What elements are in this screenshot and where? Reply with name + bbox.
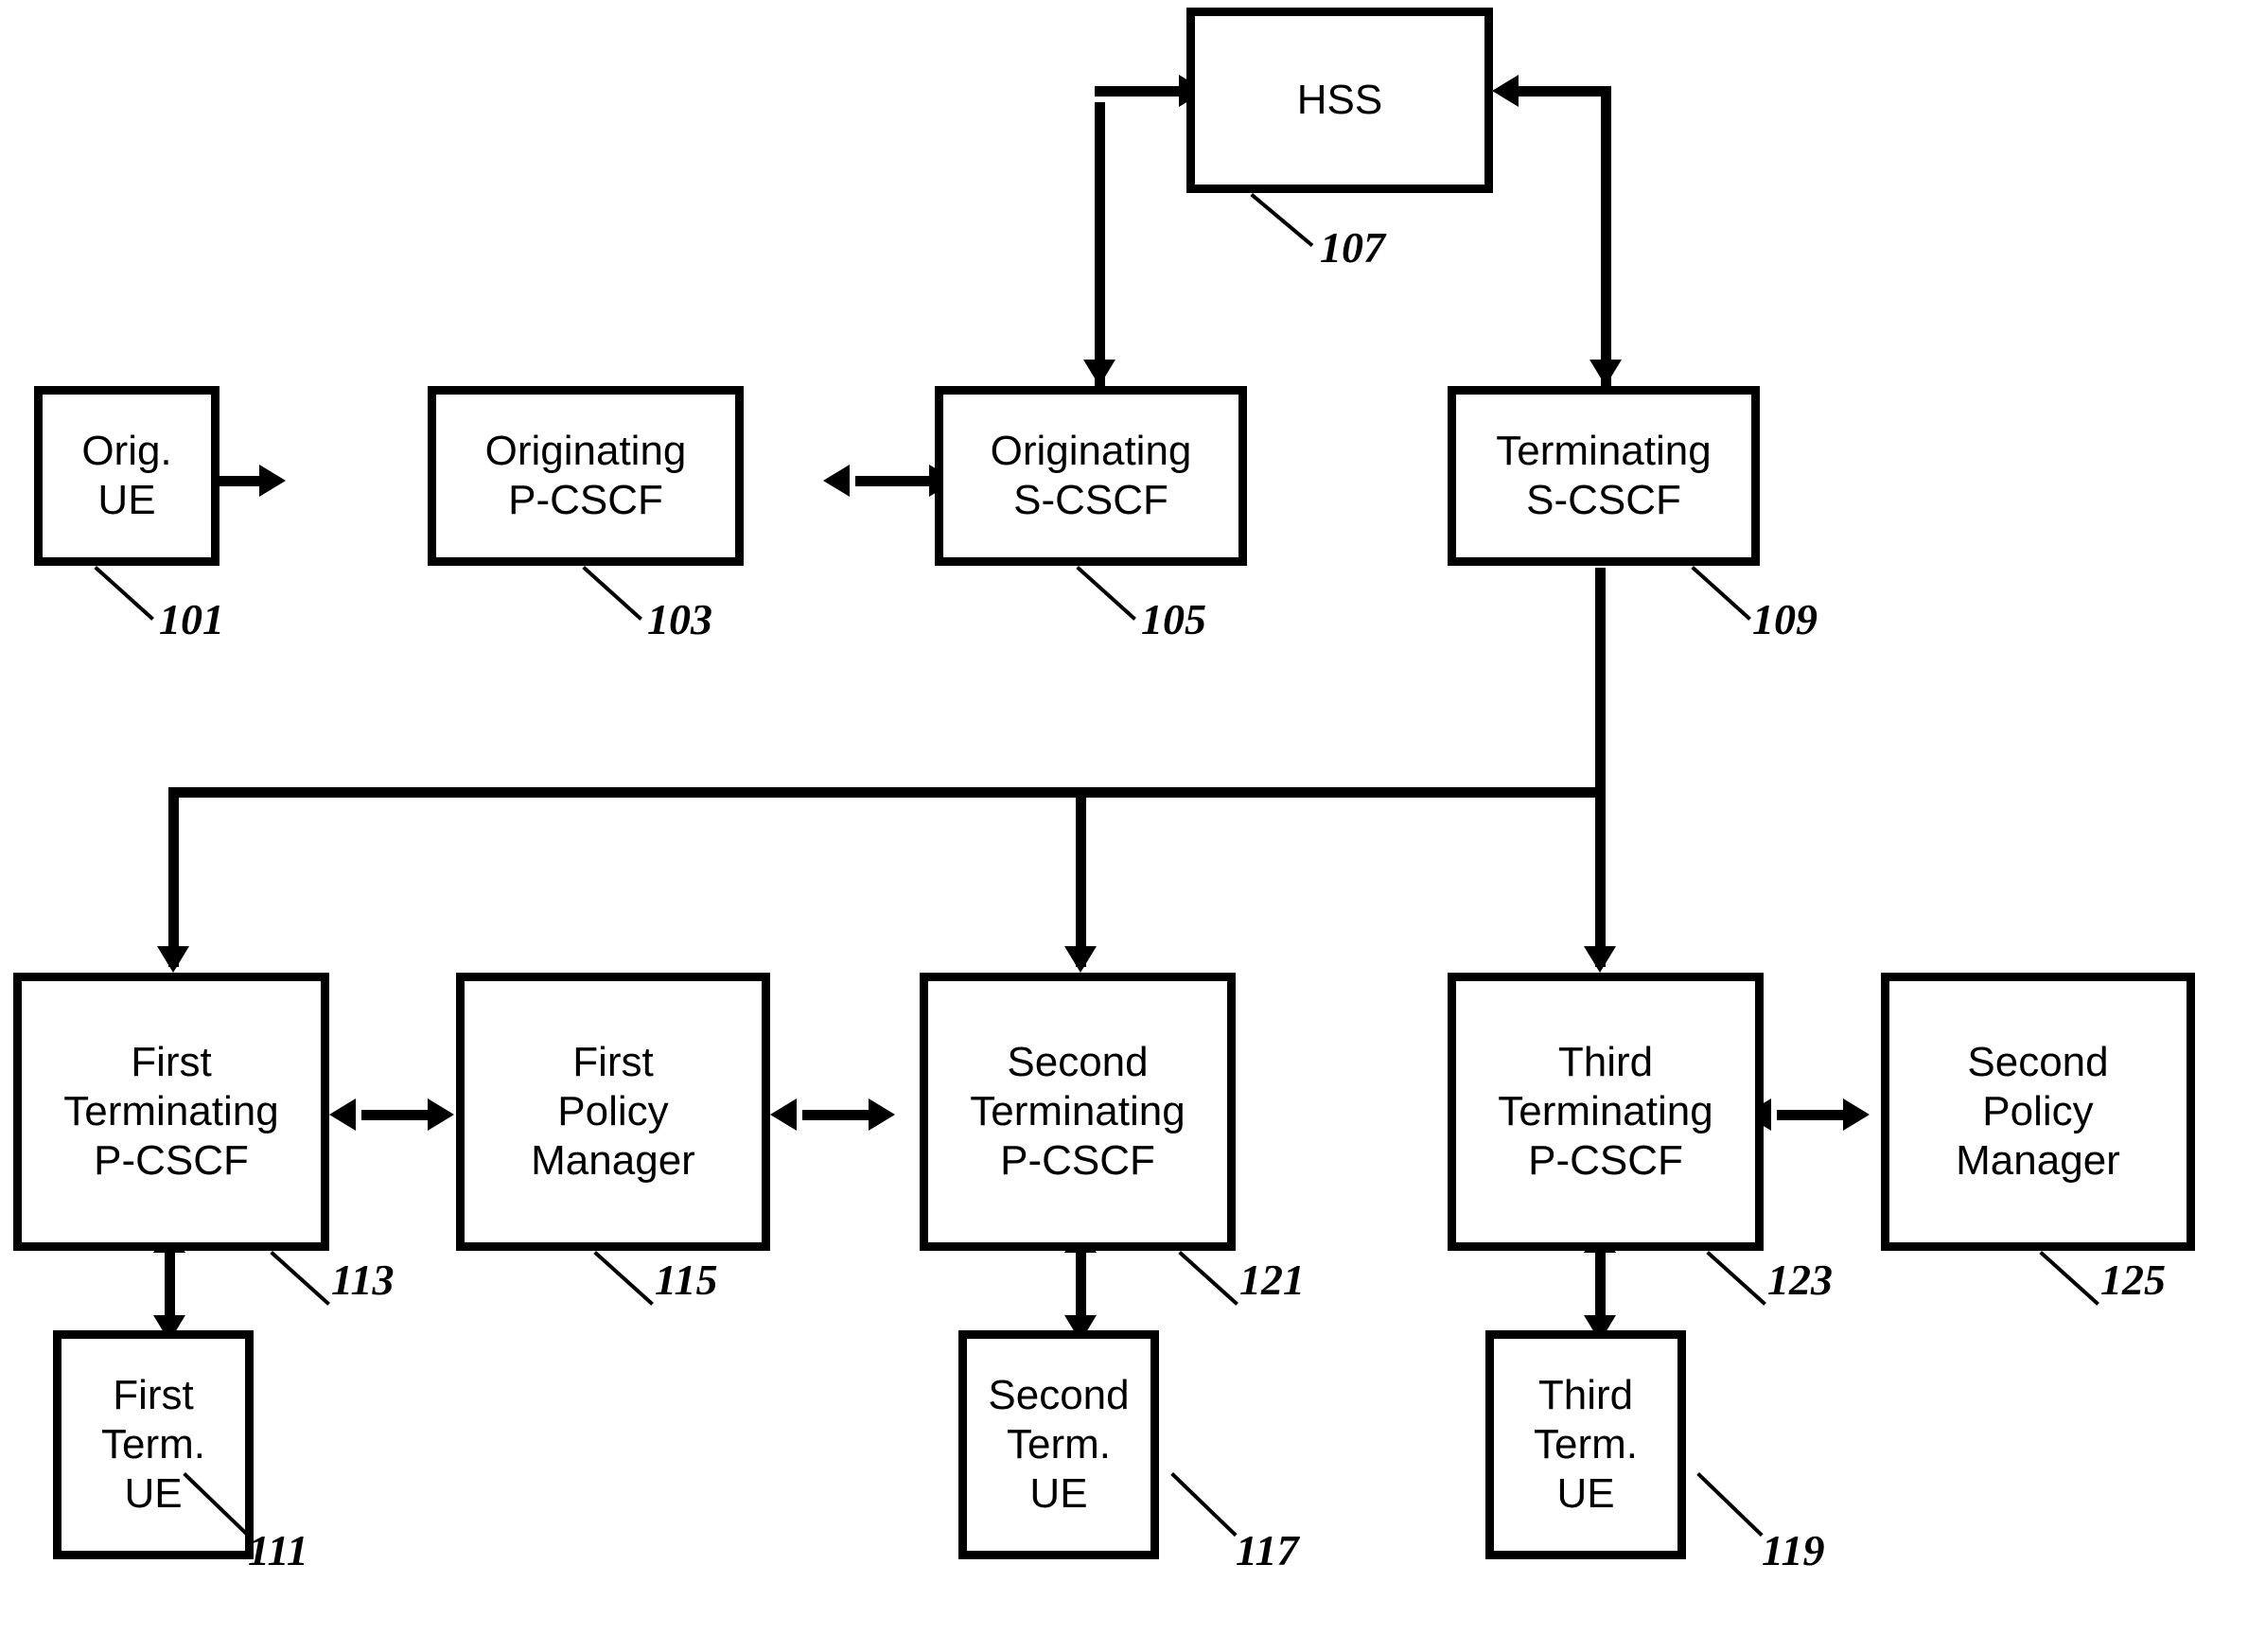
leader-line-121 — [1178, 1251, 1238, 1306]
node-term-scscf-label: Terminating S-CSCF — [1496, 428, 1712, 523]
connector-term-scscf-bus-riser — [1595, 568, 1606, 798]
arrowhead-left-into-hss — [1492, 75, 1519, 107]
leader-line-115 — [593, 1251, 654, 1306]
connector-bus-branch-third-pcscf — [1595, 787, 1606, 967]
leader-line-117 — [1170, 1472, 1238, 1538]
connector-terminating-bus — [168, 787, 1606, 798]
node-orig-scscf-label: Originating S-CSCF — [990, 428, 1192, 523]
refnum-111: 111 — [248, 1526, 308, 1574]
arrowhead-down-into-term-scscf — [1589, 360, 1622, 386]
leader-line-109 — [1691, 566, 1751, 621]
arrowhead-right-orig-pcscf — [259, 465, 286, 497]
refnum-103: 103 — [647, 595, 712, 643]
node-hss[interactable]: HSS — [1186, 8, 1493, 193]
node-orig-ue[interactable]: Orig. UE — [34, 386, 220, 566]
connector-bus-branch-second-pcscf — [1076, 787, 1086, 967]
node-second-policy-manager-label: Second Policy Manager — [1956, 1039, 2120, 1184]
refnum-121: 121 — [1239, 1256, 1305, 1304]
refnum-117: 117 — [1236, 1526, 1299, 1574]
node-second-term-ue-label: Second Term. UE — [988, 1372, 1130, 1517]
refnum-109: 109 — [1752, 595, 1818, 643]
leader-line-123 — [1706, 1251, 1766, 1306]
arrowhead-down-third-pcscf — [1584, 946, 1616, 973]
patent-figure-canvas: HSS Orig. UE Originating P-CSCF Originat… — [0, 0, 2248, 1652]
leader-line-125 — [2039, 1251, 2099, 1306]
leader-line-103 — [582, 566, 642, 621]
connector-orig-scscf-to-term-scscf — [855, 476, 935, 486]
node-first-term-ue[interactable]: First Term. UE — [53, 1330, 254, 1559]
connector-first-pm-to-second-pcscf — [802, 1110, 874, 1120]
node-first-term-ue-label: First Term. UE — [101, 1372, 205, 1517]
node-orig-scscf[interactable]: Originating S-CSCF — [935, 386, 1247, 566]
connector-hss-right-horizontal — [1519, 86, 1611, 97]
arrowhead-left-orig-scscf — [823, 465, 850, 497]
arrowhead-left-first-pm — [770, 1098, 797, 1131]
node-second-term-ue[interactable]: Second Term. UE — [958, 1330, 1159, 1559]
connector-hss-left-vertical — [1095, 102, 1105, 386]
node-third-terminating-pcscf[interactable]: Third Terminating P-CSCF — [1448, 973, 1764, 1251]
leader-line-113 — [270, 1251, 330, 1306]
connector-bus-branch-first-pcscf — [168, 787, 179, 967]
node-third-terminating-pcscf-label: Third Terminating P-CSCF — [1498, 1039, 1713, 1184]
node-term-scscf[interactable]: Terminating S-CSCF — [1448, 386, 1760, 566]
arrowhead-down-into-orig-scscf — [1083, 360, 1115, 386]
node-first-terminating-pcscf[interactable]: First Terminating P-CSCF — [13, 973, 329, 1251]
leader-line-101 — [94, 566, 154, 621]
connector-third-pcscf-to-second-pm — [1777, 1110, 1849, 1120]
node-second-terminating-pcscf[interactable]: Second Terminating P-CSCF — [920, 973, 1236, 1251]
arrowhead-right-second-pm — [1843, 1098, 1870, 1131]
leader-line-105 — [1076, 566, 1136, 621]
connector-hss-left-horizontal — [1095, 86, 1186, 97]
node-orig-ue-label: Orig. UE — [81, 428, 172, 523]
node-third-term-ue[interactable]: Third Term. UE — [1485, 1330, 1686, 1559]
refnum-119: 119 — [1762, 1526, 1825, 1574]
node-orig-pcscf[interactable]: Originating P-CSCF — [428, 386, 744, 566]
connector-hss-right-vertical — [1601, 86, 1611, 386]
refnum-123: 123 — [1767, 1256, 1833, 1304]
arrowhead-right-second-pcscf — [869, 1098, 895, 1131]
refnum-115: 115 — [655, 1256, 718, 1304]
refnum-107: 107 — [1320, 223, 1385, 272]
arrowhead-left-first-pcscf — [329, 1098, 356, 1131]
node-second-policy-manager[interactable]: Second Policy Manager — [1881, 973, 2195, 1251]
refnum-105: 105 — [1141, 595, 1206, 643]
node-orig-pcscf-label: Originating P-CSCF — [484, 428, 687, 523]
arrowhead-right-first-pm — [428, 1098, 454, 1131]
connector-first-pcscf-to-first-pm — [361, 1110, 433, 1120]
node-second-terminating-pcscf-label: Second Terminating P-CSCF — [970, 1039, 1185, 1184]
node-third-term-ue-label: Third Term. UE — [1534, 1372, 1638, 1517]
arrowhead-down-first-pcscf — [157, 946, 189, 973]
node-first-terminating-pcscf-label: First Terminating P-CSCF — [63, 1039, 279, 1184]
arrowhead-down-second-pcscf — [1064, 946, 1097, 973]
refnum-101: 101 — [159, 595, 224, 643]
leader-line-119 — [1696, 1472, 1764, 1538]
refnum-125: 125 — [2100, 1256, 2166, 1304]
node-hss-label: HSS — [1296, 77, 1383, 124]
node-first-policy-manager[interactable]: First Policy Manager — [456, 973, 770, 1251]
refnum-113: 113 — [331, 1256, 395, 1304]
node-first-policy-manager-label: First Policy Manager — [531, 1039, 695, 1184]
leader-line-107 — [1250, 193, 1314, 248]
